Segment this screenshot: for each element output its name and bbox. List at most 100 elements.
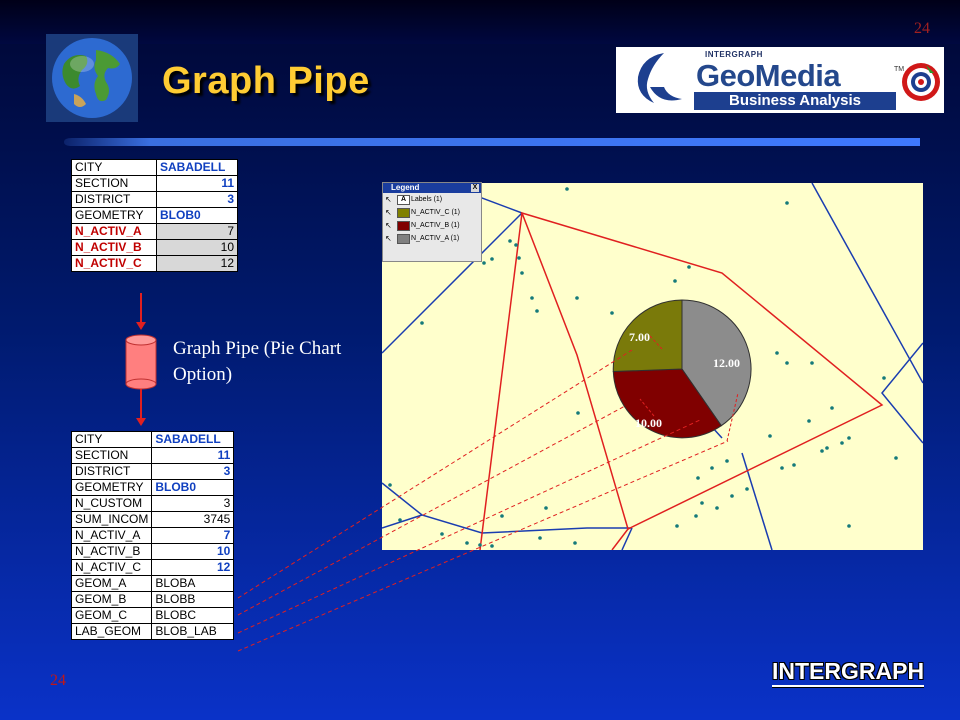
pointer-icon: ↖ — [385, 208, 392, 217]
globe-icon — [46, 34, 138, 122]
table-row: GEOMETRY BLOB0 — [71, 207, 238, 224]
arrowhead-icon — [136, 322, 146, 330]
field-value: 3 — [151, 495, 235, 512]
arrowhead-icon — [136, 418, 146, 426]
pie-label-a: 12.00 — [713, 356, 740, 370]
field-name: GEOMETRY — [70, 479, 153, 496]
field-name: CITY — [71, 159, 157, 176]
legend-swatch — [397, 234, 410, 244]
intergraph-logo: INTERGRAPH — [772, 658, 925, 684]
slide-number-bottom: 24 — [50, 672, 66, 689]
attribute-table-result: CITY SABADELL SECTION 11 DISTRICT 3 GEOMETR… — [70, 431, 235, 640]
field-name: N_ACTIV_B — [71, 239, 157, 256]
legend-swatch — [397, 208, 410, 218]
legend-label: N_ACTIV_A (1) — [411, 235, 460, 242]
field-name: GEOM_B — [70, 591, 153, 608]
field-name: N_ACTIV_A — [71, 223, 157, 240]
field-value: SABADELL — [151, 431, 235, 448]
field-value: 3 — [151, 463, 235, 480]
table-row: SECTION 11 — [70, 447, 235, 464]
legend-item[interactable]: ↖ A Labels (1) — [383, 193, 481, 206]
table-row: GEOM_A BLOBA — [70, 575, 235, 592]
table-row: N_ACTIV_B 10 — [71, 239, 238, 256]
legend-item[interactable]: ↖ N_ACTIV_B (1) — [383, 219, 481, 232]
field-value: BLOB0 — [151, 479, 235, 496]
field-value: 7 — [156, 223, 238, 240]
logo-trademark: TM — [894, 66, 905, 73]
table-row: DISTRICT 3 — [70, 463, 235, 480]
field-name: N_ACTIV_B — [70, 543, 153, 560]
pie-chart: 7.00 12.00 10.00 — [612, 299, 752, 442]
legend-swatch — [397, 221, 410, 231]
field-name: DISTRICT — [71, 191, 157, 208]
title-bar — [0, 0, 960, 44]
field-value: 12 — [156, 255, 238, 272]
table-row: N_ACTIV_A 7 — [71, 223, 238, 240]
field-name: N_ACTIV_A — [70, 527, 153, 544]
legend-titlebar[interactable]: Legend X — [383, 183, 481, 193]
legend-title: Legend — [391, 183, 420, 192]
table-row: N_CUSTOM 3 — [70, 495, 235, 512]
field-name: GEOMETRY — [71, 207, 157, 224]
database-cylinder-icon — [125, 334, 157, 390]
field-value: 3745 — [151, 511, 235, 528]
field-value: BLOBC — [151, 607, 235, 624]
logo-underline — [772, 685, 924, 688]
pie-label-b: 10.00 — [635, 416, 662, 430]
field-name: DISTRICT — [70, 463, 153, 480]
title-rule — [64, 138, 920, 146]
field-name: SECTION — [70, 447, 153, 464]
table-row: DISTRICT 3 — [71, 191, 238, 208]
pie-label-c: 7.00 — [629, 330, 650, 344]
legend-item[interactable]: ↖ N_ACTIV_A (1) — [383, 232, 481, 245]
table-row: CITY SABADELL — [70, 431, 235, 448]
legend-label: Labels (1) — [411, 196, 443, 203]
pipe-label: Graph Pipe (Pie Chart Option) — [173, 338, 342, 385]
close-icon[interactable]: X — [471, 184, 479, 192]
legend-label: N_ACTIV_B (1) — [411, 222, 460, 229]
pointer-icon: ↖ — [385, 234, 392, 243]
legend-label: N_ACTIV_C (1) — [411, 209, 461, 216]
field-value: BLOBB — [151, 591, 235, 608]
field-name: GEOM_A — [70, 575, 153, 592]
logo-product: GeoMedia — [696, 58, 841, 93]
attribute-table-source: CITY SABADELL SECTION 11 DISTRICT 3 GEOMETR… — [71, 159, 238, 272]
field-name: N_CUSTOM — [70, 495, 153, 512]
field-value: 7 — [151, 527, 235, 544]
field-name: SUM_INCOM — [70, 511, 153, 528]
table-row: LAB_GEOM BLOB_LAB — [70, 623, 235, 640]
field-name: CITY — [70, 431, 153, 448]
field-value: 10 — [156, 239, 238, 256]
table-row: N_ACTIV_C 12 — [71, 255, 238, 272]
field-name: N_ACTIV_C — [71, 255, 157, 272]
table-row: GEOMETRY BLOB0 — [70, 479, 235, 496]
field-value: BLOB_LAB — [151, 623, 235, 640]
table-row: SECTION 11 — [71, 175, 238, 192]
table-row: GEOM_B BLOBB — [70, 591, 235, 608]
target-icon — [902, 63, 940, 101]
pointer-icon: ↖ — [385, 195, 392, 204]
field-value: 11 — [156, 175, 238, 192]
field-value: 11 — [151, 447, 235, 464]
table-row: N_ACTIV_C 12 — [70, 559, 235, 576]
field-name: GEOM_C — [70, 607, 153, 624]
legend-window[interactable]: Legend X ↖ A Labels (1) ↖ N_ACTIV_C (1) … — [382, 182, 482, 262]
field-value: 10 — [151, 543, 235, 560]
logo-subtitle: Business Analysis — [694, 92, 896, 110]
field-value: SABADELL — [156, 159, 238, 176]
legend-item[interactable]: ↖ N_ACTIV_C (1) — [383, 206, 481, 219]
table-row: N_ACTIV_A 7 — [70, 527, 235, 544]
slide-number-top: 24 — [914, 20, 930, 37]
table-row: GEOM_C BLOBC — [70, 607, 235, 624]
field-value: BLOBA — [151, 575, 235, 592]
field-value: BLOB0 — [156, 207, 238, 224]
pointer-icon: ↖ — [385, 221, 392, 230]
legend-swatch: A — [397, 195, 410, 205]
field-value: 12 — [151, 559, 235, 576]
table-row: SUM_INCOM 3745 — [70, 511, 235, 528]
field-value: 3 — [156, 191, 238, 208]
table-row: CITY SABADELL — [71, 159, 238, 176]
slide-title: Graph Pipe — [162, 60, 370, 102]
field-name: LAB_GEOM — [70, 623, 153, 640]
field-name: SECTION — [71, 175, 157, 192]
